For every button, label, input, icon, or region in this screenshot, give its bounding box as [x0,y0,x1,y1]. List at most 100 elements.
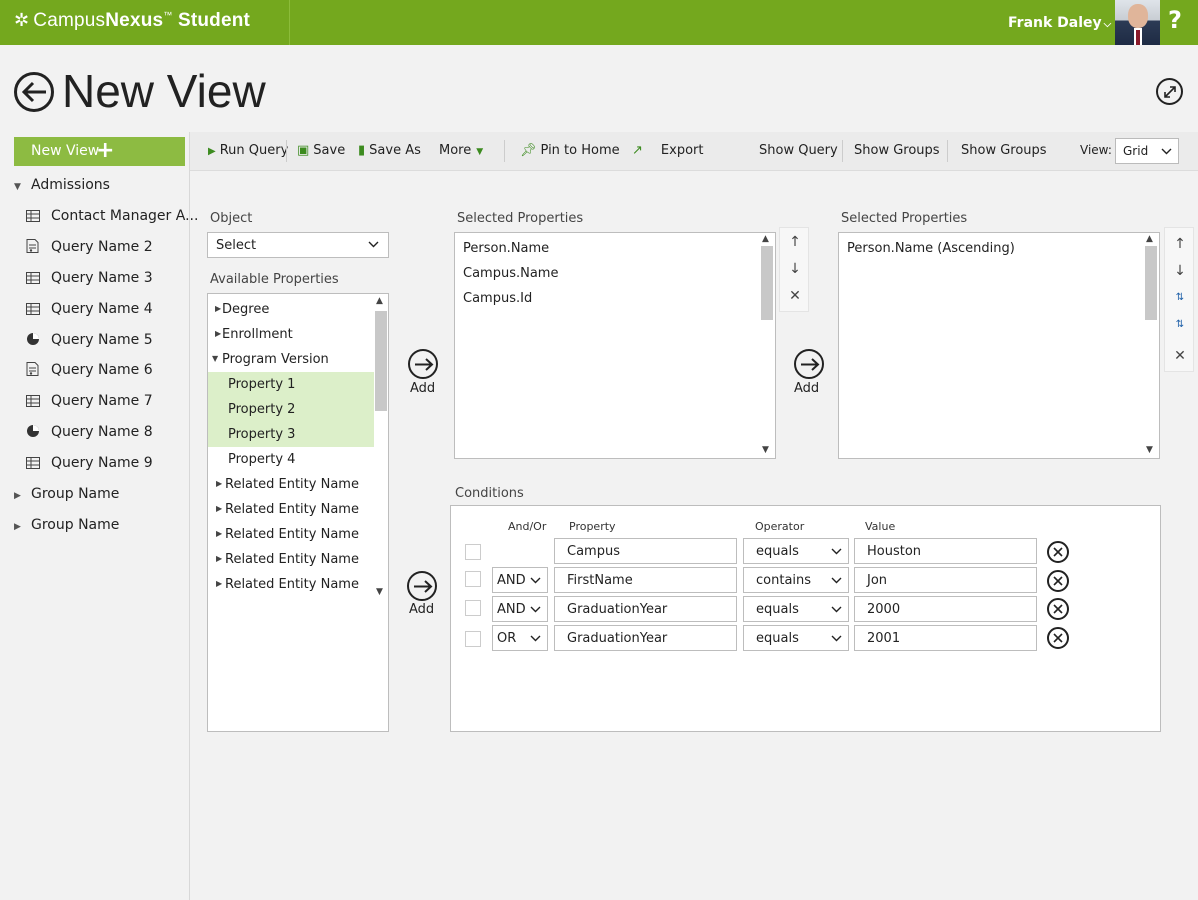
available-scrollbar[interactable]: ▲ ▼ [374,294,388,604]
remove-condition-button[interactable] [1047,627,1069,649]
scroll-up-icon[interactable]: ▲ [1146,234,1153,244]
move-up-icon[interactable]: ↑ [784,231,806,253]
sort-ascending-icon[interactable]: ⇅ [1169,287,1191,309]
condition-andor-select[interactable]: AND [492,596,548,622]
condition-andor-select[interactable]: AND [492,567,548,593]
show-groups-button-2[interactable]: Show Groups [961,143,1047,158]
list-item[interactable]: ▼ Program Version [208,347,374,372]
move-down-icon[interactable]: ↓ [1169,260,1191,282]
condition-property-input[interactable]: FirstName [554,567,737,593]
caret-right-icon: ▶ [216,554,223,563]
list-item[interactable]: Campus.Name [463,266,558,281]
sidebar-item-query-9[interactable]: Query Name 9 [26,455,153,473]
selected-scrollbar[interactable]: ▲ ▼ [760,233,774,458]
andor-header: And/Or [508,520,547,533]
move-down-icon[interactable]: ↓ [784,258,806,280]
sort-properties-label: Selected Properties [841,211,968,226]
sort-descending-icon[interactable]: ⇅ [1169,314,1191,336]
condition-property-input[interactable]: GraduationYear [554,596,737,622]
sidebar-item-query-2[interactable]: Query Name 2 [26,239,153,257]
condition-andor-select[interactable]: OR [492,625,548,651]
remove-icon[interactable]: ✕ [784,285,806,307]
condition-operator-select[interactable]: equals [743,625,849,651]
scroll-up-icon[interactable]: ▲ [762,234,769,244]
list-item[interactable]: ▶ Related Entity Name [208,472,374,497]
sidebar-item-query-3[interactable]: Query Name 3 [26,270,153,288]
sidebar-item-query-8[interactable]: Query Name 8 [26,424,153,442]
grid-icon [26,303,51,319]
list-item[interactable]: Property 2 [208,397,374,422]
run-query-button[interactable]: ▶ Run Query [208,143,288,158]
condition-value-input[interactable]: 2000 [854,596,1037,622]
sidebar-item-query-6[interactable]: Query Name 6 [26,362,153,380]
list-item[interactable]: Person.Name [463,241,549,256]
back-button[interactable] [14,72,54,112]
help-button[interactable]: ? [1168,6,1182,34]
view-select[interactable]: Grid [1115,138,1179,164]
scroll-up-icon[interactable]: ▲ [376,296,383,306]
expand-button[interactable] [1156,78,1183,105]
condition-operator-select[interactable]: contains [743,567,849,593]
list-item[interactable]: ▶ Related Entity Name [208,572,374,597]
remove-condition-button[interactable] [1047,541,1069,563]
list-item[interactable]: Campus.Id [463,291,532,306]
list-item[interactable]: Property 1 [208,372,374,397]
condition-operator-select[interactable]: equals [743,596,849,622]
list-item[interactable]: ▶ Degree [208,297,374,322]
add-condition-button[interactable] [407,571,437,601]
list-item[interactable]: Property 4 [208,447,374,472]
list-item[interactable]: Person.Name (Ascending) [847,241,1015,256]
condition-property-input[interactable]: Campus [554,538,737,564]
scroll-down-icon[interactable]: ▼ [376,587,383,597]
save-button[interactable]: ▣ Save [297,143,345,158]
sidebar-group-2[interactable]: ▶ Group Name [14,486,119,502]
add-property-button[interactable] [408,349,438,379]
remove-icon[interactable]: ✕ [1169,345,1191,367]
condition-value-input[interactable]: Jon [854,567,1037,593]
property-header: Property [569,520,616,533]
pin-to-home-button[interactable]: 📌︎ Pin to Home [520,143,620,158]
add-sort-button[interactable] [794,349,824,379]
sort-scrollbar[interactable]: ▲ ▼ [1144,233,1158,458]
export-button[interactable]: ↗ Export [632,143,703,158]
condition-checkbox[interactable] [465,631,481,647]
remove-condition-button[interactable] [1047,598,1069,620]
user-menu[interactable]: Frank Daley ⌵ [1008,15,1111,31]
condition-checkbox[interactable] [465,571,481,587]
condition-checkbox[interactable] [465,600,481,616]
list-item[interactable]: Property 3 [208,422,374,447]
scroll-down-icon[interactable]: ▼ [762,445,769,455]
list-item[interactable]: ▶ Related Entity Name [208,522,374,547]
document-icon [26,239,51,257]
list-item[interactable]: ▶ Related Entity Name [208,547,374,572]
move-up-icon[interactable]: ↑ [1169,233,1191,255]
sidebar-item-query-1[interactable]: Contact Manager A... [26,208,198,226]
more-button[interactable]: More ▼ [439,143,483,158]
condition-checkbox[interactable] [465,544,481,560]
list-item[interactable]: ▶ Related Entity Name [208,497,374,522]
sidebar-item-query-5[interactable]: Query Name 5 [26,332,153,350]
scroll-down-icon[interactable]: ▼ [1146,445,1153,455]
remove-condition-button[interactable] [1047,570,1069,592]
show-groups-button-1[interactable]: Show Groups [854,143,940,158]
condition-operator-select[interactable]: equals [743,538,849,564]
available-properties-list[interactable]: ▶ Degree ▶ Enrollment ▼ Program Version Pro… [207,293,389,732]
show-query-button[interactable]: Show Query [759,143,838,158]
object-select[interactable]: Select [207,232,389,258]
condition-property-input[interactable]: GraduationYear [554,625,737,651]
avatar[interactable] [1115,0,1160,45]
list-item[interactable]: ▶ Enrollment [208,322,374,347]
expand-icon [1164,86,1176,98]
condition-value-input[interactable]: 2001 [854,625,1037,651]
condition-value-input[interactable]: Houston [854,538,1037,564]
save-as-button[interactable]: ▮ Save As [358,143,421,158]
caret-right-icon: ▶ [14,522,21,532]
sidebar-group-admissions[interactable]: ▼ Admissions [14,177,110,193]
new-view-button[interactable]: New View + [14,137,185,166]
sidebar-group-3[interactable]: ▶ Group Name [14,517,119,533]
sidebar-item-query-7[interactable]: Query Name 7 [26,393,153,411]
sidebar-item-query-4[interactable]: Query Name 4 [26,301,153,319]
app-logo[interactable]: ✲ CampusNexus™ Student [14,10,250,32]
sort-properties-list[interactable]: Person.Name (Ascending) ▲ ▼ [838,232,1160,459]
selected-properties-list[interactable]: Person.Name Campus.Name Campus.Id ▲ ▼ [454,232,776,459]
